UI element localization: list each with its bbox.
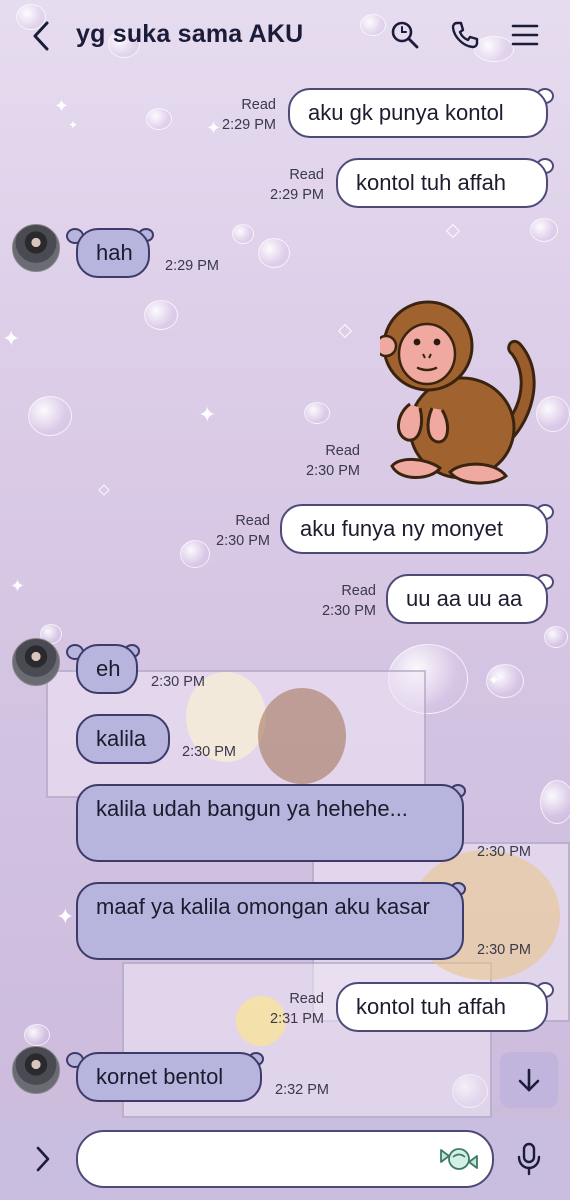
message-bubble[interactable]: kalila udah bangun ya hehehe... bbox=[76, 784, 464, 862]
message-bubble[interactable]: aku gk punya kontol bbox=[288, 88, 548, 138]
phone-icon bbox=[451, 21, 479, 49]
scroll-to-bottom-button[interactable] bbox=[500, 1052, 558, 1108]
message-time: 2:30 PM bbox=[306, 463, 360, 479]
message-time: 2:30 PM bbox=[322, 603, 376, 619]
message-time: 2:32 PM bbox=[275, 1082, 329, 1098]
read-status: Read bbox=[289, 991, 324, 1007]
message-time: 2:30 PM bbox=[477, 942, 531, 958]
avatar[interactable] bbox=[12, 638, 60, 686]
chat-header: yg suka sama AKU bbox=[0, 0, 570, 72]
search-icon bbox=[391, 21, 419, 49]
message-bubble[interactable]: kalila bbox=[76, 714, 170, 764]
back-button[interactable] bbox=[26, 18, 56, 54]
read-status: Read bbox=[341, 583, 376, 599]
mic-icon bbox=[517, 1142, 541, 1176]
message-meta: Read 2:30 PM bbox=[288, 441, 360, 481]
expand-button[interactable] bbox=[30, 1142, 56, 1176]
message-meta: Read 2:30 PM bbox=[198, 511, 270, 551]
chat-title[interactable]: yg suka sama AKU bbox=[76, 20, 303, 49]
message-meta: Read 2:29 PM bbox=[252, 165, 324, 205]
read-status: Read bbox=[235, 513, 270, 529]
message-time: 2:30 PM bbox=[151, 674, 205, 690]
back-icon bbox=[33, 21, 49, 51]
expand-icon bbox=[36, 1146, 50, 1172]
message-meta: Read 2:29 PM bbox=[204, 95, 276, 135]
menu-icon bbox=[511, 24, 539, 46]
message-bubble[interactable]: maaf ya kalila omongan aku kasar bbox=[76, 882, 464, 960]
read-status: Read bbox=[241, 97, 276, 113]
message-meta: Read 2:31 PM bbox=[252, 989, 324, 1029]
menu-button[interactable] bbox=[508, 18, 542, 52]
message-meta: Read 2:30 PM bbox=[304, 581, 376, 621]
search-button[interactable] bbox=[388, 18, 422, 52]
read-status: Read bbox=[289, 167, 324, 183]
message-time: 2:30 PM bbox=[477, 844, 531, 860]
message-bubble[interactable]: eh bbox=[76, 644, 138, 694]
message-time: 2:31 PM bbox=[270, 1011, 324, 1027]
message-bubble[interactable]: kontol tuh affah bbox=[336, 982, 548, 1032]
message-time: 2:30 PM bbox=[216, 533, 270, 549]
message-bubble[interactable]: aku funya ny monyet bbox=[280, 504, 548, 554]
message-bubble[interactable]: hah bbox=[76, 228, 150, 278]
message-bubble[interactable]: kontol tuh affah bbox=[336, 158, 548, 208]
mic-button[interactable] bbox=[512, 1140, 546, 1178]
message-time: 2:29 PM bbox=[165, 258, 219, 274]
avatar[interactable] bbox=[12, 1046, 60, 1094]
message-bubble[interactable]: uu aa uu aa bbox=[386, 574, 548, 624]
message-input[interactable] bbox=[76, 1130, 494, 1188]
read-status: Read bbox=[325, 443, 360, 459]
avatar[interactable] bbox=[12, 224, 60, 272]
message-time: 2:29 PM bbox=[222, 117, 276, 133]
monkey-sticker[interactable] bbox=[380, 296, 546, 490]
call-button[interactable] bbox=[448, 18, 482, 52]
emoji-icon bbox=[440, 1148, 478, 1170]
arrow-down-icon bbox=[518, 1068, 540, 1092]
message-time: 2:29 PM bbox=[270, 187, 324, 203]
message-bubble[interactable]: kornet bentol bbox=[76, 1052, 262, 1102]
emoji-button[interactable] bbox=[436, 1142, 482, 1176]
message-time: 2:30 PM bbox=[182, 744, 236, 760]
